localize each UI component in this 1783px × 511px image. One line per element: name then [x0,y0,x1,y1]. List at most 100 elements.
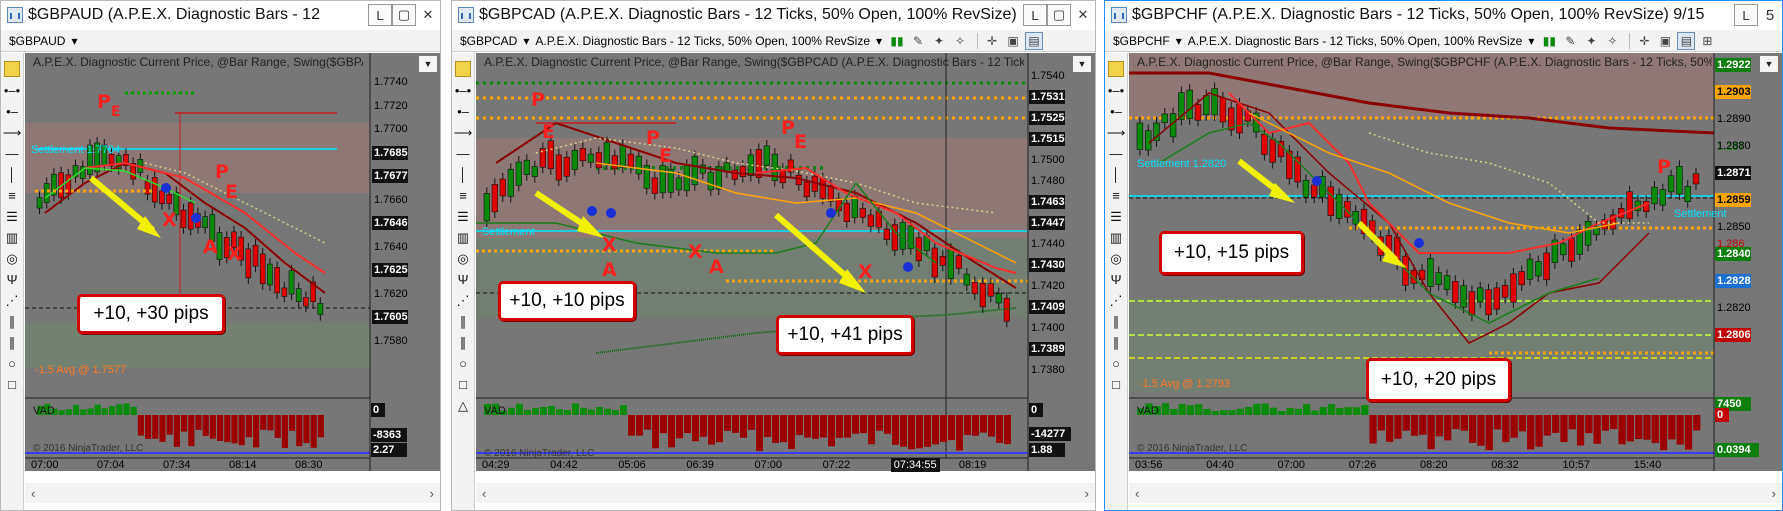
price-chart[interactable]: A.P.E.X. Diagnostic Current Price, @Bar … [1129,53,1782,471]
channel-icon[interactable]: ⋰ [455,290,472,311]
strategy-icon[interactable]: ▤ [1677,31,1696,50]
chevron-down-icon[interactable]: ▾ [71,34,77,48]
parallel-icon[interactable]: ∥ [4,311,21,332]
bar-template-selector[interactable]: A.P.E.X. Diagnostic Bars - 12 Ticks, 50%… [535,34,870,48]
properties-icon[interactable]: ▣ [1004,32,1022,50]
pitchfork-icon[interactable]: ◎ [455,248,472,269]
instrument-selector[interactable]: $GBPAUD [9,34,65,48]
scroll-left-icon[interactable]: ‹ [1135,486,1139,501]
pitchfork-icon[interactable]: ◎ [1108,248,1125,269]
bar-type-icon[interactable]: ▮▮ [1540,32,1558,50]
horizontal-line-icon[interactable]: — [1108,143,1125,164]
fibonacci-icon[interactable]: ≡ [455,185,472,206]
bar-template-selector[interactable]: A.P.E.X. Diagnostic Bars - 12 Ticks, 50%… [1188,34,1523,48]
horizontal-scrollbar[interactable]: ‹ › [476,483,1095,503]
arrow-tool-icon[interactable]: ⟶ [1107,122,1126,143]
drawing-pen-icon[interactable]: ✎ [1561,32,1579,50]
chevron-down-icon[interactable]: ▾ [523,34,529,48]
text-tool-icon[interactable] [1108,61,1124,77]
ray-tool-icon[interactable]: •‒ [1108,101,1125,122]
ellipse-icon[interactable]: ○ [4,353,21,374]
pitchfork-icon[interactable]: ◎ [4,248,21,269]
line-tool-icon[interactable]: •‒• [4,80,21,101]
restore-button[interactable]: ▢ [392,4,416,26]
zoom-out-icon[interactable]: ✧ [1603,32,1621,50]
link-button[interactable]: L [1023,4,1047,26]
horizontal-scrollbar[interactable]: ‹ › [1129,483,1782,503]
restore-button[interactable]: ▢ [1047,4,1071,26]
zoom-in-icon[interactable]: ✦ [1582,32,1600,50]
triangle-icon[interactable]: △ [455,395,472,416]
chart-options-dropdown[interactable]: ▼ [418,55,438,73]
strategy-icon[interactable]: ▤ [1025,31,1044,50]
close-icon[interactable]: ✕ [1071,4,1095,26]
parallel-icon-2[interactable]: ∥ [1108,332,1125,353]
zoom-in-icon[interactable]: ✦ [930,32,948,50]
chevron-down-icon-2[interactable]: ▾ [876,34,882,48]
vertical-line-icon[interactable]: │ [455,164,472,185]
andrews-icon[interactable]: Ψ [4,269,21,290]
rectangle-icon[interactable]: □ [4,374,21,395]
regression-icon[interactable]: ▥ [4,227,21,248]
drawing-pen-icon[interactable]: ✎ [909,32,927,50]
price-chart[interactable]: A.P.E.X. Diagnostic Current Price, @Bar … [476,53,1095,472]
vertical-line-icon[interactable]: │ [1108,164,1125,185]
scroll-left-icon[interactable]: ‹ [31,486,35,501]
title-bar[interactable]: $GBPAUD (A.P.E.X. Diagnostic Bars - 12 L… [1,1,440,29]
text-tool-icon[interactable] [455,61,471,77]
scroll-right-icon[interactable]: › [1085,486,1089,501]
line-tool-icon[interactable]: •‒• [1108,80,1125,101]
andrews-icon[interactable]: Ψ [1108,269,1125,290]
line-tool-icon[interactable]: •‒• [455,80,472,101]
ray-tool-icon[interactable]: •‒ [4,101,21,122]
parallel-icon[interactable]: ∥ [1108,311,1125,332]
vertical-line-icon[interactable]: │ [4,164,21,185]
gann-fan-icon[interactable]: ☰ [4,206,21,227]
ray-tool-icon[interactable]: •‒ [455,101,472,122]
scroll-right-icon[interactable]: › [1772,486,1776,501]
scroll-right-icon[interactable]: › [430,486,434,501]
regression-icon[interactable]: ▥ [1108,227,1125,248]
instrument-selector[interactable]: $GBPCHF [1113,34,1170,48]
ellipse-icon[interactable]: ○ [1108,353,1125,374]
rectangle-icon[interactable]: □ [1108,374,1125,395]
rectangle-icon[interactable]: □ [455,374,472,395]
channel-icon[interactable]: ⋰ [4,290,21,311]
link-button[interactable]: L [1734,4,1758,26]
crosshair-icon[interactable]: ✛ [1635,32,1653,50]
parallel-icon[interactable]: ∥ [455,311,472,332]
close-icon[interactable]: ✕ [416,4,440,26]
chevron-down-icon[interactable]: ▾ [1176,34,1182,48]
horizontal-scrollbar[interactable]: ‹ › [25,483,440,503]
fibonacci-icon[interactable]: ≡ [4,185,21,206]
chart-trader-icon[interactable]: ⊞ [1698,32,1716,50]
title-bar[interactable]: $GBPCHF (A.P.E.X. Diagnostic Bars - 12 T… [1105,1,1782,29]
text-tool-icon[interactable] [4,61,20,77]
horizontal-line-icon[interactable]: — [4,143,21,164]
arrow-tool-icon[interactable]: ⟶ [454,122,473,143]
link-button[interactable]: L [368,4,392,26]
channel-icon[interactable]: ⋰ [1108,290,1125,311]
vad-bar [996,415,1003,443]
ellipse-icon[interactable]: ○ [455,353,472,374]
chart-options-dropdown[interactable]: ▼ [1072,55,1092,73]
title-bar[interactable]: $GBPCAD (A.P.E.X. Diagnostic Bars - 12 T… [452,1,1095,29]
properties-icon[interactable]: ▣ [1656,32,1674,50]
price-chart[interactable]: A.P.E.X. Diagnostic Current Price, @Bar … [25,53,440,471]
chevron-down-icon-2[interactable]: ▾ [1528,34,1534,48]
chart-options-dropdown[interactable]: ▼ [1759,55,1779,73]
parallel-icon-2[interactable]: ∥ [455,332,472,353]
scroll-left-icon[interactable]: ‹ [482,486,486,501]
fibonacci-icon[interactable]: ≡ [1108,185,1125,206]
instrument-selector[interactable]: $GBPCAD [460,34,517,48]
crosshair-icon[interactable]: ✛ [983,32,1001,50]
horizontal-line-icon[interactable]: — [455,143,472,164]
bar-type-icon[interactable]: ▮▮ [888,32,906,50]
zoom-out-icon[interactable]: ✧ [951,32,969,50]
arrow-tool-icon[interactable]: ⟶ [3,122,22,143]
gann-fan-icon[interactable]: ☰ [455,206,472,227]
gann-fan-icon[interactable]: ☰ [1108,206,1125,227]
parallel-icon-2[interactable]: ∥ [4,332,21,353]
regression-icon[interactable]: ▥ [455,227,472,248]
andrews-icon[interactable]: Ψ [455,269,472,290]
